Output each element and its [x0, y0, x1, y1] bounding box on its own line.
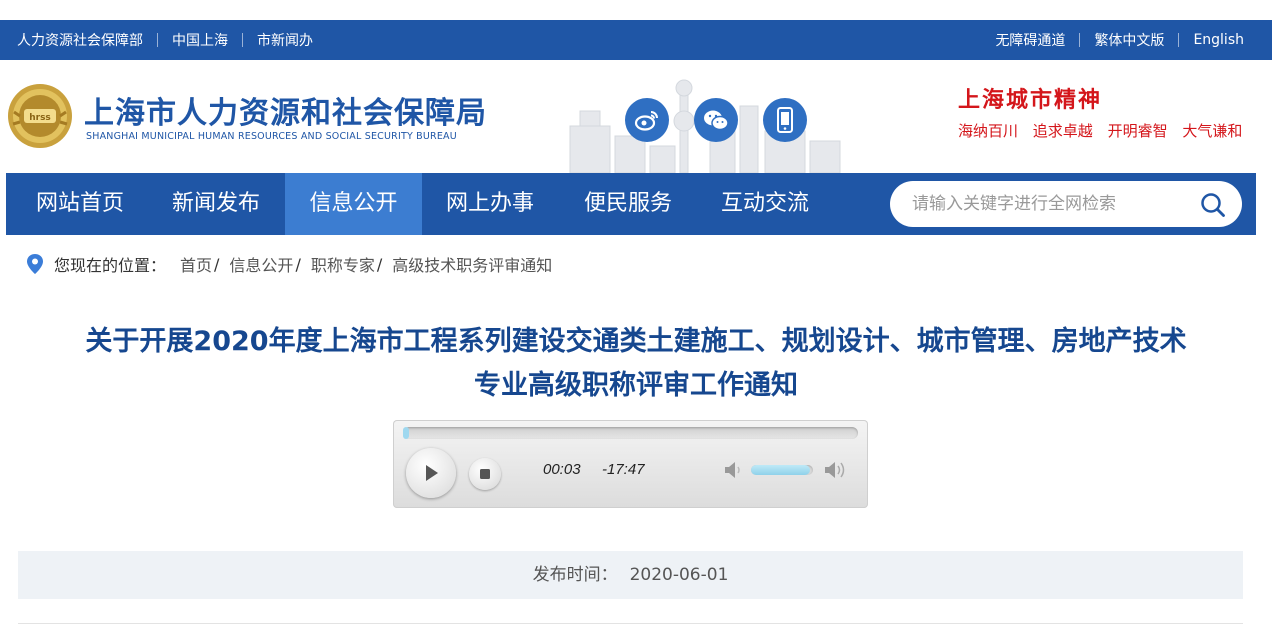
site-subtitle: SHANGHAI MUNICIPAL HUMAN RESOURCES AND S… [86, 131, 457, 142]
stop-icon [480, 469, 490, 479]
search-input[interactable] [912, 181, 1192, 227]
publish-label: 发布时间： [532, 565, 618, 585]
mobile-icon [777, 107, 793, 133]
breadcrumb: 您现在的位置： 首页 / 信息公开 / 职称专家 / 高级技术职务评审通知 [26, 253, 552, 275]
slogan-word: 大气谦和 [1182, 122, 1243, 140]
wechat-icon [704, 110, 729, 131]
city-spirit-words: 海纳百川 追求卓越 开明睿智 大气谦和 [958, 120, 1252, 141]
emblem-text: hrss [29, 113, 51, 123]
link-accessibility[interactable]: 无障碍通道 [995, 30, 1065, 50]
publish-date: 2020-06-01 [629, 565, 729, 585]
volume-slider[interactable] [751, 465, 813, 475]
divider [1079, 33, 1081, 47]
link-news-office[interactable]: 市新闻办 [257, 30, 313, 50]
search-icon[interactable] [1200, 192, 1226, 218]
article-title-line: 专业高级职称评审工作通知 [474, 370, 798, 401]
main-nav: 网站首页 新闻发布 信息公开 网上办事 便民服务 互动交流 [6, 173, 1256, 235]
location-pin-icon [27, 254, 43, 274]
audio-progress-bar[interactable] [403, 427, 858, 439]
slogan-word: 海纳百川 [958, 122, 1019, 140]
breadcrumb-label: 您现在的位置： [54, 256, 167, 275]
link-mohrss[interactable]: 人力资源社会保障部 [17, 30, 143, 50]
remaining-time: -17:47 [602, 461, 645, 478]
link-english[interactable]: English [1193, 32, 1244, 48]
breadcrumb-title-experts[interactable]: 职称专家 [311, 252, 375, 276]
top-left-links: 人力资源社会保障部 中国上海 市新闻办 [17, 20, 313, 60]
breadcrumb-current[interactable]: 高级技术职务评审通知 [392, 252, 552, 276]
volume-fill [751, 465, 810, 475]
divider [242, 33, 243, 47]
slogan-word: 开明睿智 [1107, 122, 1168, 140]
divider [157, 33, 158, 47]
article-title: 关于开展2020年度上海市工程系列建设交通类土建施工、规划设计、城市管理、房地产… [10, 320, 1262, 408]
weibo-icon [634, 111, 658, 131]
link-traditional-chinese[interactable]: 繁体中文版 [1094, 30, 1164, 50]
breadcrumb-home[interactable]: 首页 [180, 252, 212, 276]
nav-news[interactable]: 新闻发布 [154, 173, 278, 235]
article-title-line: 关于开展2020年度上海市工程系列建设交通类土建施工、规划设计、城市管理、房地产… [85, 326, 1187, 357]
site-title[interactable]: 上海市人力资源和社会保障局 [84, 88, 487, 132]
stop-button[interactable] [469, 458, 501, 490]
nav-interaction[interactable]: 互动交流 [703, 173, 827, 235]
top-right-links: 无障碍通道 繁体中文版 English [995, 20, 1244, 60]
volume-mute-icon[interactable] [723, 460, 745, 480]
site-header: hrss 上海市人力资源和社会保障局 SHANGHAI MUNICIPAL HU… [0, 60, 1272, 173]
nav-info-disclosure[interactable]: 信息公开 [285, 173, 422, 235]
search-box [890, 181, 1242, 227]
nav-home[interactable]: 网站首页 [18, 173, 142, 235]
content-divider [18, 623, 1243, 624]
divider [1178, 33, 1180, 47]
nav-online-services[interactable]: 网上办事 [428, 173, 552, 235]
link-china-shanghai[interactable]: 中国上海 [172, 30, 228, 50]
play-icon [426, 465, 438, 481]
volume-max-icon[interactable] [823, 460, 847, 480]
wechat-button[interactable] [694, 98, 738, 142]
publish-info-bar: 发布时间： 2020-06-01 [18, 551, 1243, 599]
bureau-emblem-icon[interactable]: hrss [6, 82, 74, 150]
city-spirit-title: 上海城市精神 [958, 87, 1103, 113]
breadcrumb-info-disclosure[interactable]: 信息公开 [229, 252, 293, 276]
audio-player: 00:03 -17:47 [393, 420, 868, 508]
top-utility-bar: 人力资源社会保障部 中国上海 市新闻办 无障碍通道 繁体中文版 English [0, 20, 1272, 60]
elapsed-time: 00:03 [543, 461, 581, 478]
weibo-button[interactable] [625, 98, 669, 142]
nav-convenience[interactable]: 便民服务 [566, 173, 690, 235]
play-button[interactable] [406, 448, 456, 498]
audio-progress-fill [403, 427, 409, 439]
slogan-word: 追求卓越 [1032, 122, 1093, 140]
mobile-button[interactable] [763, 98, 807, 142]
